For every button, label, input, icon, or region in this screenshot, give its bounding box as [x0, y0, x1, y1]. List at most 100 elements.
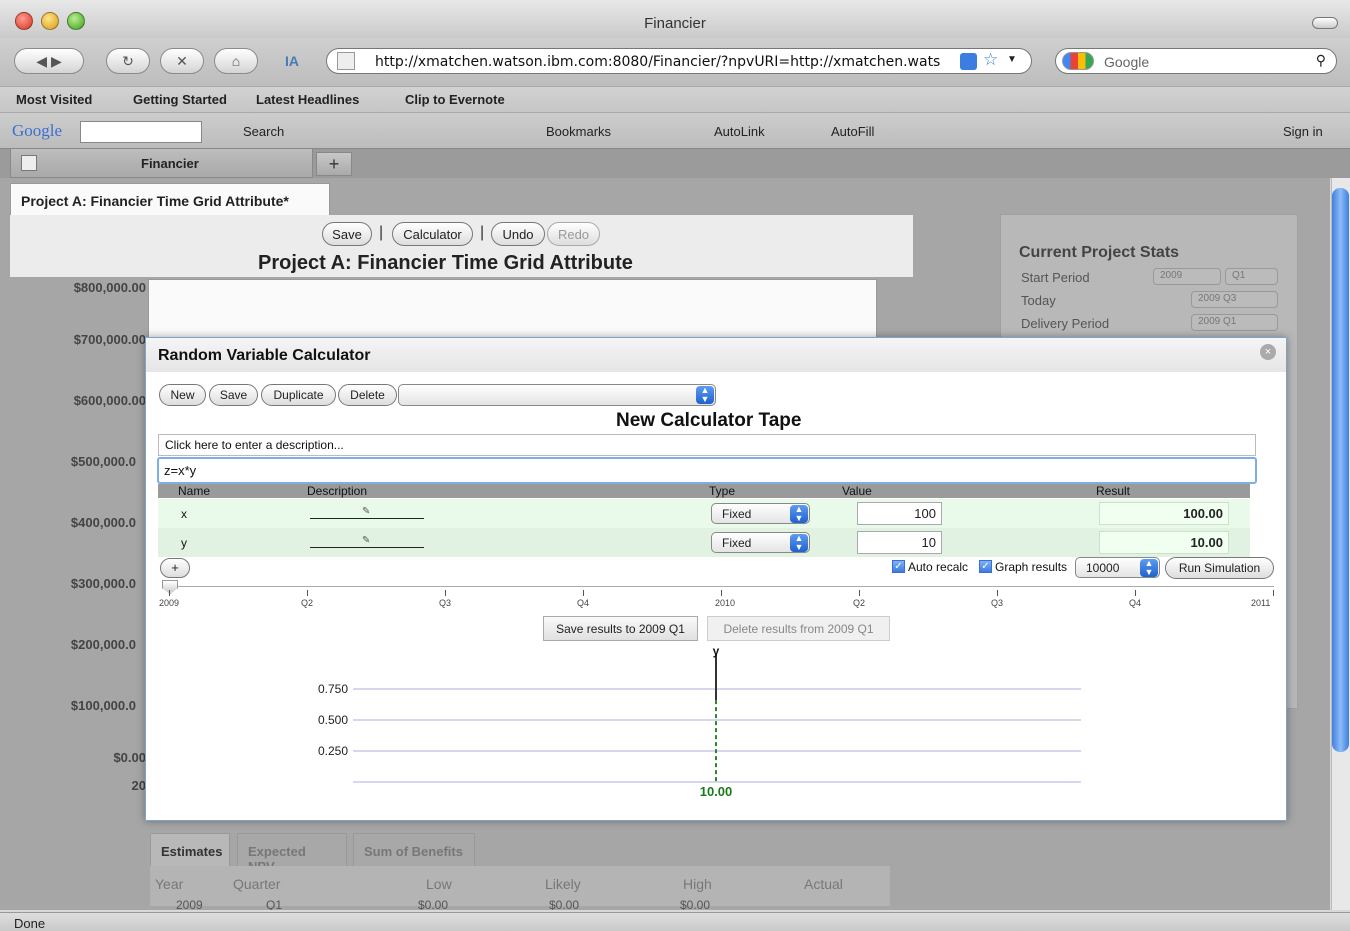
status-bar: Done: [0, 912, 1350, 931]
y-axis-label: $100,000.0: [70, 698, 136, 713]
add-variable-button[interactable]: +: [160, 558, 190, 578]
google-toolbar-bookmarks[interactable]: Bookmarks: [546, 124, 611, 139]
timeline-tick-mark: [721, 590, 722, 596]
delivery-select[interactable]: 2009 Q1: [1191, 314, 1278, 331]
ia-addon-button[interactable]: IA: [270, 48, 314, 74]
chart-title: y: [713, 644, 720, 658]
auto-recalc-checkbox[interactable]: ✓: [892, 560, 905, 573]
google-toolbar-signin[interactable]: Sign in: [1283, 124, 1323, 139]
variable-type-select[interactable]: Fixed ▲ ▼: [711, 532, 810, 553]
likely-cell[interactable]: $0.00: [549, 898, 579, 910]
scrollbar-thumb[interactable]: [1332, 188, 1349, 752]
iterations-select[interactable]: 10000 ▲ ▼: [1075, 557, 1160, 578]
year-cell[interactable]: 2009: [176, 898, 203, 910]
graph-results-checkbox[interactable]: ✓: [979, 560, 992, 573]
rss-icon[interactable]: [960, 53, 977, 70]
pencil-icon[interactable]: ✎: [362, 506, 370, 517]
description-field[interactable]: Click here to enter a description...: [158, 434, 1256, 456]
tape-title: New Calculator Tape: [616, 410, 802, 431]
main-chart-area: [148, 279, 877, 339]
chevron-down-icon[interactable]: ▼: [1007, 54, 1017, 65]
bookmark-clip-to-evernote[interactable]: Clip to Evernote: [405, 92, 505, 107]
back-forward-button[interactable]: ◀ ▶: [14, 48, 84, 74]
timeline-tick-label: Q2: [853, 598, 866, 608]
google-search-engine-icon[interactable]: [1062, 52, 1094, 70]
column-header: Actual: [804, 876, 843, 892]
pencil-icon[interactable]: ✎: [362, 535, 370, 546]
dialog-title: Random Variable Calculator: [158, 347, 371, 364]
new-tape-button[interactable]: New: [159, 384, 206, 406]
start-year-select[interactable]: 2009: [1153, 268, 1221, 285]
run-simulation-button[interactable]: Run Simulation: [1165, 557, 1274, 579]
google-toolbar-input[interactable]: [80, 121, 202, 143]
bookmarks-bar: Most Visited Getting Started Latest Head…: [0, 86, 1350, 112]
save-tape-button[interactable]: Save: [209, 384, 258, 406]
site-favicon-icon: [337, 52, 355, 70]
close-icon[interactable]: ×: [1260, 344, 1276, 360]
google-toolbar-autolink[interactable]: AutoLink: [714, 124, 765, 139]
google-logo-icon: Google: [12, 121, 63, 140]
timeline-tick-mark: [1273, 590, 1274, 596]
stats-title: Current Project Stats: [1019, 244, 1180, 261]
magnifier-icon[interactable]: ⚲: [1316, 52, 1326, 69]
formula-input[interactable]: z=x*y: [157, 457, 1257, 484]
start-quarter-select[interactable]: Q1: [1225, 268, 1278, 285]
timeline-tick-label: Q4: [577, 598, 590, 608]
google-toolbar-search[interactable]: Search: [243, 124, 284, 139]
result-chart: 0.750 0.500 0.250 y 10.00: [318, 644, 1081, 799]
save-button[interactable]: Save: [322, 222, 372, 246]
high-cell[interactable]: $0.00: [680, 898, 710, 910]
graph-results-label: Graph results: [995, 560, 1068, 574]
search-placeholder: Google: [1104, 54, 1150, 70]
home-button[interactable]: ⌂: [214, 48, 258, 74]
new-tab-button[interactable]: +: [316, 152, 352, 176]
timeline-tick-label: 2009: [159, 598, 180, 608]
type-value: Fixed: [722, 536, 752, 550]
y-axis-label: $200,000.0: [70, 637, 136, 652]
bookmark-most-visited[interactable]: Most Visited: [16, 92, 92, 107]
url-text: http://xmatchen.watson.ibm.com:8080/Fina…: [375, 54, 941, 70]
ia-icon: IA: [285, 53, 299, 69]
variable-description-field[interactable]: [310, 518, 424, 519]
tab-expected-npv[interactable]: Expected NPV: [237, 833, 347, 874]
project-tab[interactable]: Project A: Financier Time Grid Attribute…: [10, 183, 330, 216]
undo-button[interactable]: Undo: [491, 222, 545, 246]
quarter-cell[interactable]: Q1: [266, 898, 282, 910]
variable-value-input[interactable]: 10: [857, 531, 942, 554]
star-bookmark-icon[interactable]: ☆: [983, 50, 998, 70]
redo-button[interactable]: Redo: [547, 222, 600, 246]
timeline-tick-label: Q3: [991, 598, 1004, 608]
back-icon: ◀: [36, 52, 48, 69]
stop-button[interactable]: ✕: [160, 48, 204, 74]
tab-estimates[interactable]: Estimates: [150, 833, 230, 867]
tab-bar: Financier +: [0, 148, 1350, 178]
variable-type-select[interactable]: Fixed ▲ ▼: [711, 503, 810, 524]
column-header: Value: [842, 484, 872, 498]
reload-icon: ↻: [122, 52, 134, 69]
bookmark-latest-headlines[interactable]: Latest Headlines: [256, 92, 359, 107]
delete-tape-button[interactable]: Delete: [338, 384, 397, 406]
low-cell[interactable]: $0.00: [418, 898, 448, 910]
y-axis-label: $300,000.0: [70, 576, 136, 591]
column-header: Name: [178, 484, 211, 498]
google-toolbar-autofill[interactable]: AutoFill: [831, 124, 874, 139]
toolbar-separator: |: [480, 224, 485, 241]
reload-button[interactable]: ↻: [106, 48, 150, 74]
variable-result: 10.00: [1099, 531, 1229, 554]
tape-select[interactable]: ▲ ▼: [398, 384, 716, 406]
tab-sum-of-benefits[interactable]: Sum of Benefits: [353, 833, 475, 867]
address-bar[interactable]: http://xmatchen.watson.ibm.com:8080/Fina…: [326, 48, 1032, 74]
search-bar[interactable]: Google ⚲: [1055, 48, 1337, 74]
tab-favicon-icon: [21, 155, 37, 171]
bookmark-getting-started[interactable]: Getting Started: [133, 92, 227, 107]
calculator-button[interactable]: Calculator: [392, 222, 473, 246]
toolbar-toggle-button[interactable]: [1312, 17, 1338, 29]
timeline-tick-label: Q2: [301, 598, 314, 608]
browser-tab[interactable]: Financier: [10, 149, 313, 178]
select-arrows-icon: ▲ ▼: [696, 386, 714, 404]
variable-description-field[interactable]: [310, 547, 424, 548]
duplicate-tape-button[interactable]: Duplicate: [261, 384, 336, 406]
today-select[interactable]: 2009 Q3: [1191, 291, 1278, 308]
column-header: Quarter: [233, 876, 281, 892]
variable-value-input[interactable]: 100: [857, 502, 942, 525]
